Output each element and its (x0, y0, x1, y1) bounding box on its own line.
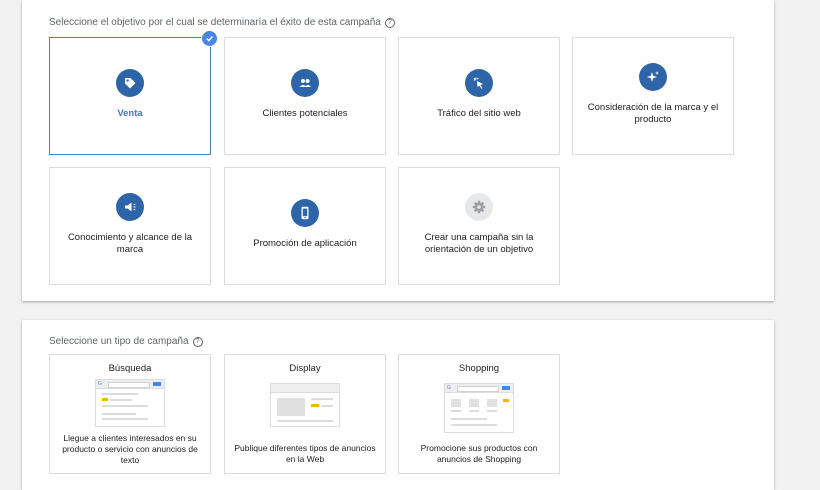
objective-card-promocion-aplicacion[interactable]: Promoción de aplicación (224, 167, 386, 285)
sparkle-icon (639, 63, 667, 91)
gear-icon (465, 193, 493, 221)
objective-card-consideracion-marca[interactable]: Consideración de la marca y el producto (572, 37, 734, 155)
objective-label: Consideración de la marca y el producto (587, 102, 719, 125)
campaign-card-shopping[interactable]: Shopping G Promocione sus productos con … (398, 354, 560, 474)
shopping-illustration: G (444, 383, 514, 433)
campaign-section-title: Seleccione un tipo de campaña ? (49, 336, 203, 347)
campaign-type-panel: Seleccione un tipo de campaña ? Búsqueda… (22, 320, 774, 490)
search-illustration: G (95, 379, 165, 427)
objective-card-sin-objetivo[interactable]: Crear una campaña sin la orientación de … (398, 167, 560, 285)
tag-icon (116, 69, 144, 97)
objectives-panel: Seleccione el objetivo por el cual se de… (22, 0, 774, 301)
objective-label: Promoción de aplicación (253, 238, 357, 249)
campaign-card-description: Llegue a clientes interesados en su prod… (62, 433, 198, 465)
objective-label: Conocimiento y alcance de la marca (67, 232, 193, 255)
help-icon[interactable]: ? (192, 336, 203, 347)
campaign-card-display[interactable]: Display Publique diferentes tipos de anu… (224, 354, 386, 474)
campaign-card-title: Shopping (458, 363, 500, 374)
cursor-click-icon (465, 69, 493, 97)
campaign-card-title: Display (289, 363, 321, 374)
campaign-card-description: Promocione sus productos con anuncios de… (420, 443, 538, 464)
objectives-title-text: Seleccione el objetivo por el cual se de… (49, 17, 381, 28)
objective-card-trafico-sitio-web[interactable]: Tráfico del sitio web (398, 37, 560, 155)
objective-label: Crear una campaña sin la orientación de … (424, 232, 534, 255)
campaign-card-description: Publique diferentes tipos de anuncios en… (234, 443, 376, 464)
objective-label: Clientes potenciales (262, 108, 348, 119)
objective-card-conocimiento-alcance[interactable]: Conocimiento y alcance de la marca (49, 167, 211, 285)
objectives-section-title: Seleccione el objetivo por el cual se de… (49, 17, 395, 28)
campaign-card-busqueda[interactable]: Búsqueda G Llegue a clientes interesados… (49, 354, 211, 474)
objective-card-clientes-potenciales[interactable]: Clientes potenciales (224, 37, 386, 155)
help-icon[interactable]: ? (384, 17, 395, 28)
campaign-card-title: Búsqueda (108, 363, 152, 374)
campaign-title-text: Seleccione un tipo de campaña (49, 336, 189, 347)
phone-icon (291, 199, 319, 227)
objective-card-venta[interactable]: Venta (49, 30, 218, 155)
people-icon (291, 69, 319, 97)
display-illustration (270, 383, 340, 427)
megaphone-icon (116, 193, 144, 221)
objective-label: Tráfico del sitio web (437, 108, 521, 119)
check-icon (201, 30, 218, 47)
objective-label: Venta (117, 108, 143, 119)
